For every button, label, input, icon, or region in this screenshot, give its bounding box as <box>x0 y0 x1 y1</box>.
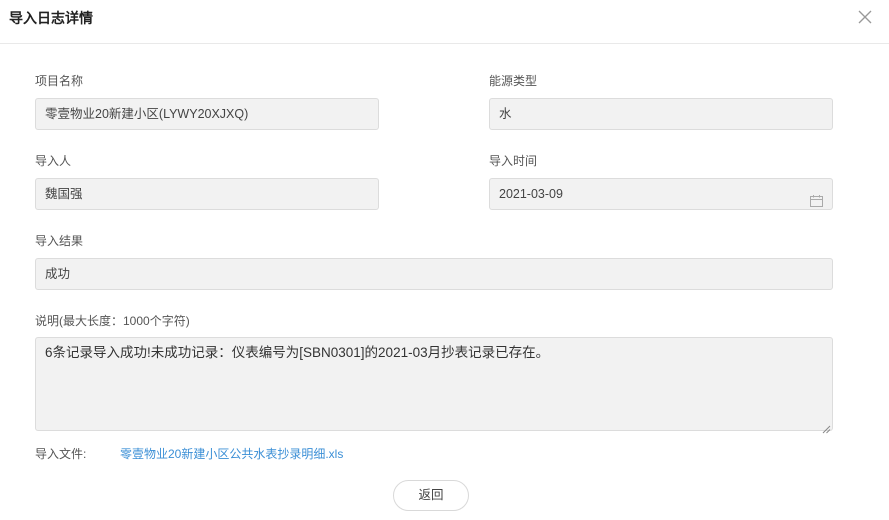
importer-field[interactable]: 魏国强 <box>35 178 379 210</box>
import-result-label: 导入结果 <box>35 234 84 248</box>
dialog-header: 导入日志详情 <box>0 0 889 44</box>
import-time-value: 2021-03-09 <box>499 187 563 201</box>
project-name-field[interactable]: 零壹物业20新建小区(LYWY20XJXQ) <box>35 98 379 130</box>
description-label: 说明(最大长度：1000个字符) <box>35 314 190 328</box>
import-file-label: 导入文件: <box>35 447 87 461</box>
import-result-field[interactable]: 成功 <box>35 258 833 290</box>
energy-type-field[interactable]: 水 <box>489 98 833 130</box>
description-text: 6条记录导入成功!未成功记录：仪表编号为[SBN0301]的2021-03月抄表… <box>45 345 550 360</box>
resize-handle-icon[interactable] <box>822 420 831 434</box>
import-time-field[interactable]: 2021-03-09 <box>489 178 833 210</box>
import-time-label: 导入时间 <box>489 154 538 168</box>
back-button[interactable]: 返回 <box>393 480 469 511</box>
close-icon[interactable] <box>856 8 874 26</box>
import-log-dialog: 导入日志详情 项目名称 零壹物业20新建小区(LYWY20XJXQ) 能源类型 … <box>0 0 889 520</box>
importer-label: 导入人 <box>35 154 72 168</box>
project-name-label: 项目名称 <box>35 74 84 88</box>
dialog-title: 导入日志详情 <box>9 10 93 26</box>
energy-type-label: 能源类型 <box>489 74 538 88</box>
import-file-link[interactable]: 零壹物业20新建小区公共水表抄录明细.xls <box>120 446 343 462</box>
description-textarea[interactable]: 6条记录导入成功!未成功记录：仪表编号为[SBN0301]的2021-03月抄表… <box>35 337 833 434</box>
calendar-icon[interactable] <box>810 188 823 207</box>
